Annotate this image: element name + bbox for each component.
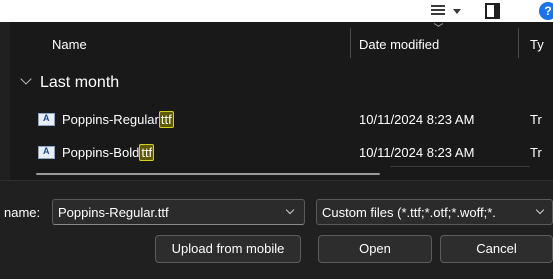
view-controls: ? <box>413 0 553 22</box>
horizontal-scrollbar[interactable] <box>36 173 380 175</box>
cancel-button[interactable]: Cancel <box>440 235 553 263</box>
column-divider[interactable] <box>518 28 519 58</box>
font-file-icon <box>38 146 55 159</box>
group-header-last-month[interactable]: Last month <box>10 70 310 94</box>
view-list-icon[interactable] <box>431 5 445 17</box>
help-icon[interactable]: ? <box>539 2 553 20</box>
file-type-value: Custom files (*.ttf;*.otf;*.woff;*. <box>322 205 496 220</box>
search-highlight: ttf <box>158 111 174 128</box>
file-date-modified: 10/11/2024 8:23 AM <box>359 145 475 160</box>
font-file-icon <box>38 113 55 126</box>
file-name-input[interactable]: Poppins-Regular.ttf <box>52 199 305 225</box>
file-type-select[interactable]: Custom files (*.ttf;*.otf;*.woff;*. <box>316 199 553 225</box>
file-date-modified: 10/11/2024 8:23 AM <box>359 112 475 127</box>
chevron-down-icon[interactable] <box>535 205 545 215</box>
file-row[interactable]: Poppins-Regularttf 10/11/2024 8:23 AM Tr <box>10 106 542 134</box>
file-name: Poppins-Regular ttf <box>62 111 174 128</box>
file-row[interactable]: Poppins-Boldttf 10/11/2024 8:23 AM Tr <box>10 139 542 167</box>
dropdown-arrow-icon[interactable] <box>453 9 461 14</box>
preview-pane-icon[interactable] <box>485 3 500 19</box>
file-name: Poppins-Bold ttf <box>62 144 155 161</box>
column-header-type[interactable]: Ty <box>530 37 544 52</box>
sort-caret-icon <box>434 23 443 28</box>
group-label: Last month <box>40 74 120 91</box>
column-header-row: Name Date modified Ty <box>10 22 553 64</box>
column-header-date-modified[interactable]: Date modified <box>359 37 439 52</box>
file-type: Tr <box>530 112 542 127</box>
file-list[interactable]: Name Date modified Ty Last month Poppins… <box>10 22 553 180</box>
file-type: Tr <box>530 145 542 160</box>
file-name-label: name: <box>4 205 41 220</box>
row-divider <box>390 166 530 167</box>
column-header-name[interactable]: Name <box>52 37 87 52</box>
search-highlight: ttf <box>139 144 155 161</box>
chevron-down-icon[interactable] <box>20 73 32 85</box>
upload-from-mobile-button[interactable]: Upload from mobile <box>155 235 301 263</box>
column-divider[interactable] <box>350 28 351 58</box>
top-toolbar-strip: ? <box>0 0 553 22</box>
file-name-value: Poppins-Regular.ttf <box>58 205 169 220</box>
open-button[interactable]: Open <box>318 235 432 263</box>
chevron-down-icon[interactable] <box>285 205 295 215</box>
dialog-footer: name: Poppins-Regular.ttf Custom files (… <box>0 180 553 279</box>
